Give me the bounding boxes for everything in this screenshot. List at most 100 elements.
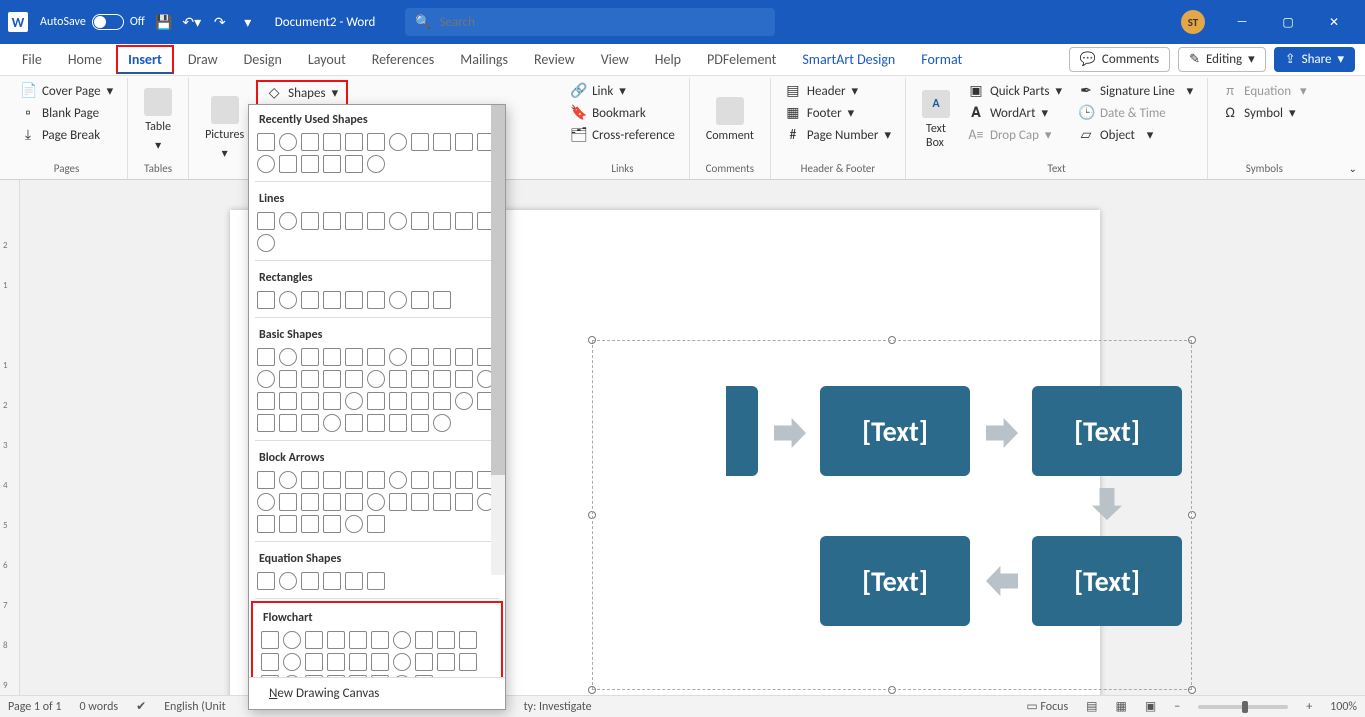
shape-item[interactable] — [257, 133, 275, 151]
shape-item[interactable] — [389, 291, 407, 309]
shape-item[interactable] — [389, 212, 407, 230]
shape-item[interactable] — [327, 653, 345, 671]
shape-item[interactable] — [279, 370, 297, 388]
quick-parts-button[interactable]: ▣Quick Parts ▾ — [962, 80, 1068, 102]
shape-item[interactable] — [433, 414, 451, 432]
shape-item[interactable] — [411, 414, 429, 432]
shape-item[interactable] — [305, 653, 323, 671]
tab-pdfelement[interactable]: PDFelement — [695, 45, 788, 74]
shape-item[interactable] — [301, 291, 319, 309]
shape-item[interactable] — [257, 414, 275, 432]
shape-item[interactable] — [261, 631, 279, 649]
status-page[interactable]: Page 1 of 1 — [8, 700, 62, 714]
tab-design[interactable]: Design — [232, 45, 294, 74]
page-break-button[interactable]: ⤓Page Break — [14, 124, 119, 146]
shape-item[interactable] — [279, 392, 297, 410]
smartart-diagram[interactable]: [Text] [Text] [Text] [Text] — [592, 340, 1192, 690]
shape-item[interactable] — [323, 212, 341, 230]
minimize-button[interactable]: — — [1219, 0, 1265, 44]
shape-item[interactable] — [389, 370, 407, 388]
shapes-scroll[interactable]: Recently Used ShapesLinesRectanglesBasic… — [249, 105, 505, 677]
table-button[interactable]: Table▾ — [136, 80, 180, 160]
shape-item[interactable] — [455, 348, 473, 366]
shape-item[interactable] — [393, 675, 411, 677]
shape-item[interactable] — [283, 675, 301, 677]
shape-item[interactable] — [433, 471, 451, 489]
shape-item[interactable] — [415, 631, 433, 649]
shape-item[interactable] — [283, 653, 301, 671]
shape-item[interactable] — [411, 493, 429, 511]
shape-item[interactable] — [257, 212, 275, 230]
shape-item[interactable] — [345, 370, 363, 388]
shape-item[interactable] — [367, 414, 385, 432]
shape-item[interactable] — [257, 348, 275, 366]
shape-item[interactable] — [437, 631, 455, 649]
editing-mode-button[interactable]: ✎ Editing ▾ — [1178, 47, 1266, 72]
shape-item[interactable] — [415, 653, 433, 671]
shape-item[interactable] — [345, 291, 363, 309]
shape-item[interactable] — [411, 392, 429, 410]
shape-item[interactable] — [301, 572, 319, 590]
shape-item[interactable] — [327, 631, 345, 649]
shape-item[interactable] — [301, 392, 319, 410]
signature-line-button[interactable]: ✒Signature Line ▾ — [1072, 80, 1199, 102]
shape-item[interactable] — [349, 631, 367, 649]
focus-mode-button[interactable]: ▭ Focus — [1026, 699, 1068, 714]
shape-item[interactable] — [345, 212, 363, 230]
shape-item[interactable] — [367, 392, 385, 410]
shape-item[interactable] — [433, 348, 451, 366]
footer-button[interactable]: ▦Footer ▾ — [779, 102, 897, 124]
shape-item[interactable] — [455, 471, 473, 489]
shape-item[interactable] — [323, 471, 341, 489]
shape-item[interactable] — [389, 348, 407, 366]
zoom-percent[interactable]: 100% — [1330, 700, 1357, 714]
view-web-icon[interactable]: ▣ — [1145, 699, 1156, 714]
shape-item[interactable] — [367, 212, 385, 230]
shape-item[interactable] — [257, 155, 275, 173]
cross-reference-button[interactable]: 🗂Cross-reference — [564, 124, 681, 146]
shape-item[interactable] — [301, 471, 319, 489]
shape-item[interactable] — [367, 471, 385, 489]
search-box[interactable]: 🔍 — [405, 8, 775, 36]
ribbon-collapse-icon[interactable]: ⌄ — [1349, 162, 1357, 175]
shape-item[interactable] — [459, 653, 477, 671]
shape-item[interactable] — [323, 515, 341, 533]
shape-item[interactable] — [367, 572, 385, 590]
tab-draw[interactable]: Draw — [176, 45, 230, 74]
shape-item[interactable] — [455, 133, 473, 151]
shape-item[interactable] — [301, 414, 319, 432]
drop-cap-button[interactable]: A≡Drop Cap ▾ — [962, 124, 1068, 146]
view-read-icon[interactable]: ▤ — [1086, 699, 1097, 714]
tab-references[interactable]: References — [360, 45, 446, 74]
shape-item[interactable] — [367, 515, 385, 533]
shape-item[interactable] — [323, 392, 341, 410]
shape-item[interactable] — [411, 212, 429, 230]
new-drawing-canvas[interactable]: New Drawing Canvas — [249, 677, 505, 709]
shape-item[interactable] — [301, 370, 319, 388]
object-button[interactable]: ▱Object ▾ — [1072, 124, 1199, 146]
tab-help[interactable]: Help — [643, 45, 693, 74]
status-spellcheck-icon[interactable]: ✔ — [136, 699, 146, 714]
shape-item[interactable] — [345, 572, 363, 590]
zoom-slider[interactable] — [1198, 705, 1288, 709]
shape-item[interactable] — [279, 572, 297, 590]
smartart-box-partial[interactable] — [726, 386, 758, 476]
tab-mailings[interactable]: Mailings — [448, 45, 520, 74]
shape-item[interactable] — [345, 133, 363, 151]
shape-item[interactable] — [279, 414, 297, 432]
tab-home[interactable]: Home — [56, 45, 114, 74]
shape-item[interactable] — [257, 572, 275, 590]
shape-item[interactable] — [367, 291, 385, 309]
shape-item[interactable] — [371, 631, 389, 649]
shape-item[interactable] — [393, 653, 411, 671]
shape-item[interactable] — [257, 471, 275, 489]
shape-item[interactable] — [367, 155, 385, 173]
autosave-toggle[interactable]: AutoSave Off — [40, 14, 145, 30]
tab-layout[interactable]: Layout — [296, 45, 358, 74]
pictures-button[interactable]: Pictures▾ — [197, 80, 252, 177]
shape-item[interactable] — [257, 234, 275, 252]
shape-item[interactable] — [371, 675, 389, 677]
shape-item[interactable] — [279, 493, 297, 511]
search-input[interactable] — [440, 15, 766, 30]
shape-item[interactable] — [301, 348, 319, 366]
